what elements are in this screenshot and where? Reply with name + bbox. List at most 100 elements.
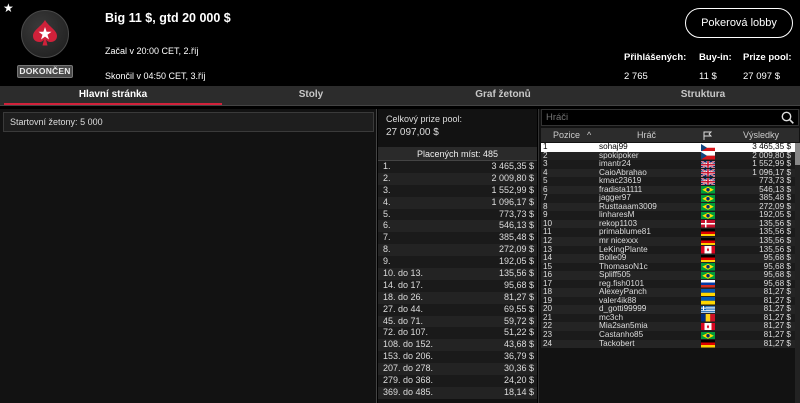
country-flag-icon [701,186,715,194]
buyin-label: Buy-in: [699,52,732,63]
payout-amount: 546,13 $ [498,220,534,231]
player-row[interactable]: 16 Spliff505 95,68 $ [541,271,799,280]
payout-list[interactable]: 1. 3 465,35 $ 2. 2 009,80 $ 3. 1 552,99 $ 4. 1 … [378,161,537,399]
scroll-thumb[interactable] [795,143,800,165]
payout-place: 5. [383,208,391,219]
country-flag-icon [701,340,715,348]
total-prize-pool: Celkový prize pool: 27 097,00 $ [380,109,537,145]
payout-place: 4. [383,196,391,207]
player-row[interactable]: 17 reg.fish0101 95,68 $ [541,279,799,289]
payout-place: 9. [383,256,391,267]
country-flag-icon [701,305,715,314]
country-flag-icon [701,194,715,203]
payout-row: 3. 1 552,99 $ [378,184,537,197]
player-result: 81,27 $ [763,338,791,348]
tab-structure[interactable]: Struktura [606,86,800,106]
buyin-value: 11 $ [699,71,717,82]
starting-chips-label: Startovní žetony: [10,117,78,127]
prize-pool-value: 27 097 $ [743,71,780,82]
tab-chip-graph[interactable]: Graf žetonů [400,86,606,106]
tournament-header: ★ DOKONČEN Big 11 $, gtd 20 000 $ Začal … [0,0,800,86]
payout-place: 27. do 44. [383,303,424,314]
player-row[interactable]: 19 valer4ik88 81,27 $ [541,296,799,306]
country-flag-icon [701,246,715,254]
poker-lobby-button[interactable]: Pokerová lobby [685,8,793,38]
payout-row: 45. do 71. 59,72 $ [378,315,537,328]
player-row[interactable]: 21 mc3ch 81,27 $ [541,313,799,323]
payout-amount: 773,73 $ [498,208,534,219]
payout-amount: 1 096,17 $ [491,196,534,207]
start-time: Začal v 20:00 CET, 2.říj [105,46,199,56]
payout-row: 8. 272,09 $ [378,244,537,257]
payout-place: 153. do 206. [383,351,434,362]
payout-place: 8. [383,244,391,255]
country-flag-icon [701,254,715,263]
country-flag-icon [701,237,715,246]
country-flag-icon [701,152,715,160]
sort-asc-icon[interactable]: ^ [587,128,591,142]
payout-amount: 272,09 $ [498,244,534,255]
search-icon[interactable] [781,111,794,124]
favorite-star-icon[interactable]: ★ [3,2,14,14]
player-row[interactable]: 18 AlexeyPanch 81,27 $ [541,288,799,297]
payout-row: 9. 192,05 $ [378,256,537,269]
tab-tables[interactable]: Stoly [222,86,400,106]
payout-row: 279. do 368. 24,20 $ [378,375,537,387]
col-player[interactable]: Hráč [637,128,656,142]
player-name: Tackobert [599,338,635,348]
country-flag-icon [701,169,715,177]
flag-icon[interactable] [703,131,712,140]
payout-row: 6. 546,13 $ [378,220,537,233]
player-row[interactable]: 24 Tackobert 81,27 $ [541,338,799,349]
player-search-input[interactable] [542,110,772,125]
player-row[interactable]: 13 LeKingPlante 135,56 $ [541,245,799,255]
player-row[interactable]: 15 ThomasoN1c 95,68 $ [541,262,799,272]
country-flag-icon [701,322,715,331]
player-row[interactable]: 14 Bolle09 95,68 $ [541,254,799,263]
country-flag-icon [701,203,715,211]
player-row[interactable]: 22 Mia2san5mia 81,27 $ [541,322,799,332]
country-flag-icon [701,297,715,305]
country-flag-icon [701,177,715,186]
country-flag-icon [701,211,715,220]
payout-row: 2. 2 009,80 $ [378,172,537,185]
payout-place: 45. do 71. [383,315,424,326]
country-flag-icon [701,228,715,237]
payout-place: 6. [383,220,391,231]
country-flag-icon [701,314,715,322]
country-flag-icon [701,331,715,340]
tournament-title: Big 11 $, gtd 20 000 $ [105,11,231,25]
payout-amount: 135,56 $ [498,268,534,279]
player-row[interactable]: 20 d_gotti99999 81,27 $ [541,305,799,314]
payout-amount: 43,68 $ [503,339,534,350]
player-search [541,109,799,126]
payout-row: 14. do 17. 95,68 $ [378,279,537,292]
players-list[interactable]: 1 sohaj99 3 465,35 $2 spokipoker 2 009,80 $3… [541,142,799,349]
payout-row: 27. do 44. 69,55 $ [378,303,537,316]
payout-row: 369. do 485. 18,14 $ [378,386,537,399]
player-row[interactable]: 23 Castanho85 81,27 $ [541,330,799,340]
payout-amount: 2 009,80 $ [491,172,534,183]
status-badge: DOKONČEN [17,65,73,78]
payout-row: 153. do 206. 36,79 $ [378,351,537,364]
pokerstars-logo: DOKONČEN [17,10,73,80]
payout-amount: 18,14 $ [503,386,534,397]
col-results[interactable]: Výsledky [743,128,779,142]
payout-place: 279. do 368. [383,375,434,386]
payout-row: 7. 385,48 $ [378,232,537,245]
payout-row: 18. do 26. 81,27 $ [378,291,537,304]
paid-places-header: Placených míst: 485 [378,147,537,161]
starting-chips-value: 5 000 [80,117,103,127]
payout-row: 207. do 278. 30,36 $ [378,363,537,376]
registered-label: Přihlášených: [624,52,687,63]
payout-row: 10. do 13. 135,56 $ [378,268,537,280]
country-flag-icon [701,220,715,228]
payout-amount: 24,20 $ [503,375,534,386]
main-info-panel: Startovní žetony: 5 000 [0,109,377,403]
payout-amount: 30,36 $ [503,363,534,374]
col-position[interactable]: Pozice [553,128,580,142]
payout-amount: 59,72 $ [503,315,534,326]
active-tab-indicator [4,103,222,105]
payout-amount: 81,27 $ [503,291,534,302]
players-scrollbar[interactable] [795,143,800,403]
